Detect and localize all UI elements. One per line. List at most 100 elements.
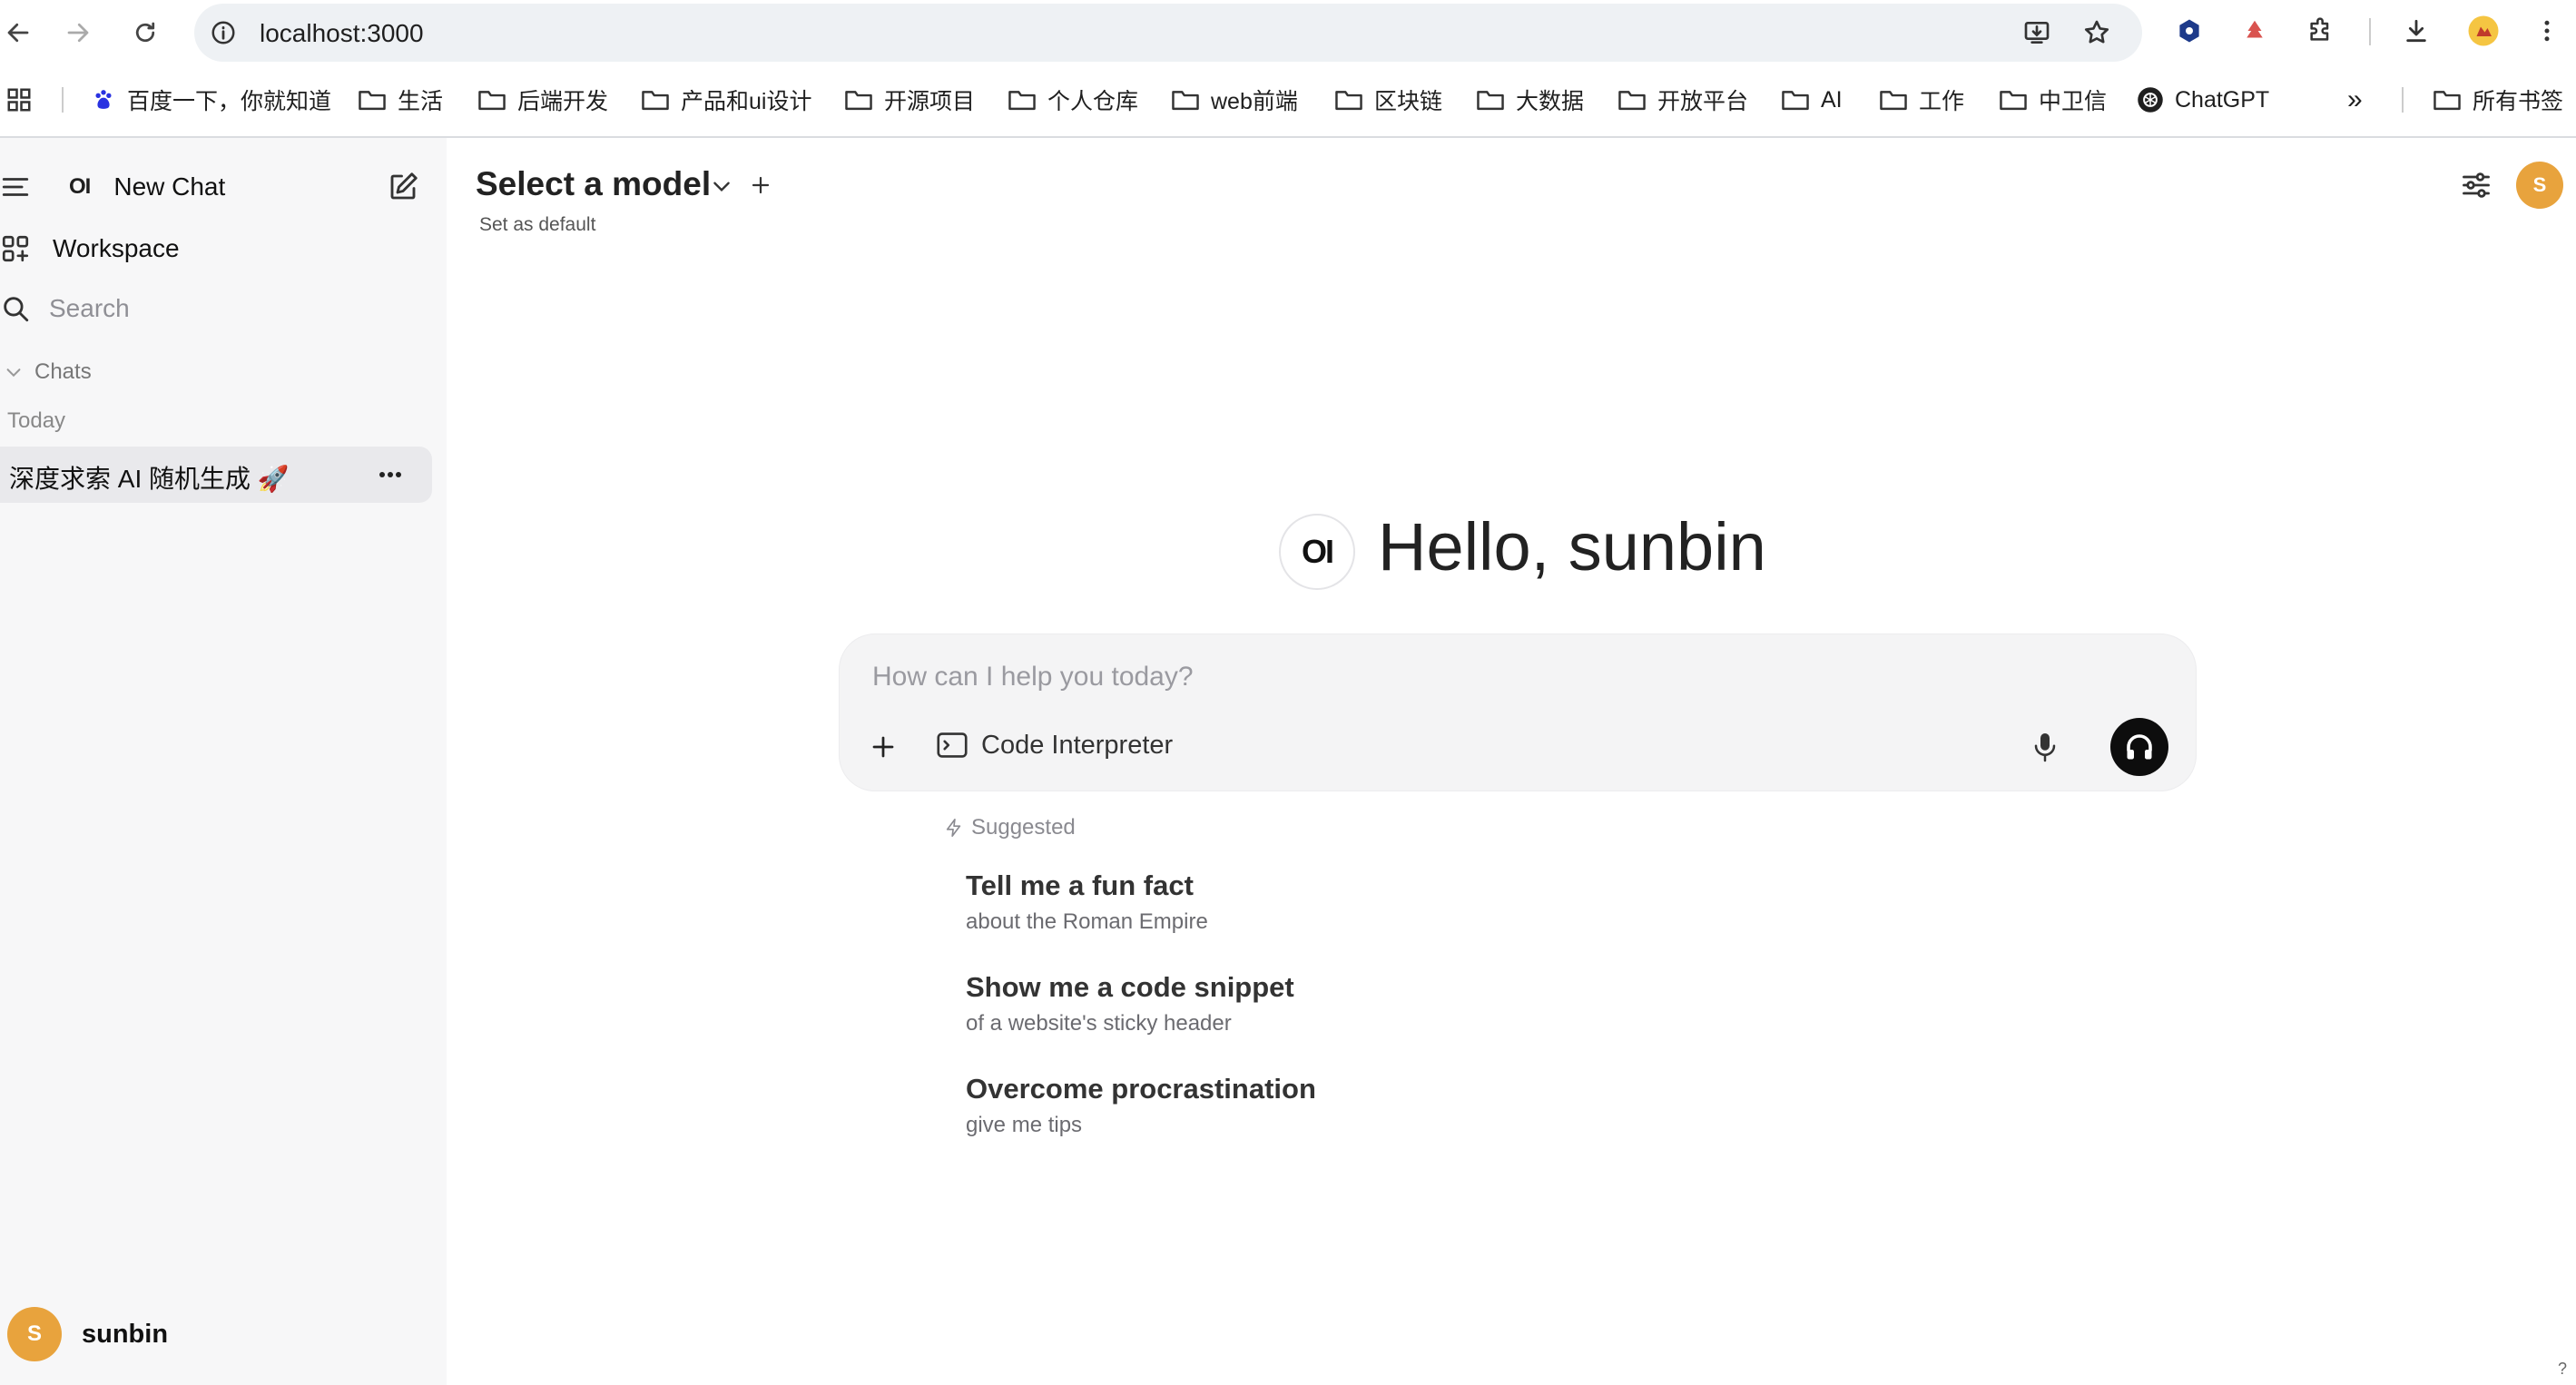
bookmark-all-bookmarks[interactable]: 所有书签 <box>2433 76 2563 123</box>
folder-icon <box>478 91 506 111</box>
folder-icon <box>2000 91 2027 111</box>
folder-icon <box>1008 91 1036 111</box>
bookmark-folder-life[interactable]: 生活 <box>358 76 443 123</box>
suggestion-item[interactable]: Tell me a fun fact about the Roman Empir… <box>966 869 1208 935</box>
extensions-puzzle-icon[interactable] <box>2302 13 2338 49</box>
back-icon[interactable] <box>0 15 36 51</box>
chat-input-placeholder[interactable]: How can I help you today? <box>872 662 1194 692</box>
folder-icon <box>642 91 669 111</box>
bookmark-label: AI <box>1821 86 1843 113</box>
bookmark-label: 产品和ui设计 <box>681 89 812 114</box>
set-as-default-link[interactable]: Set as default <box>479 214 595 236</box>
search-placeholder: Search <box>49 294 130 322</box>
bookmark-folder-design[interactable]: 产品和ui设计 <box>641 76 811 123</box>
address-bar[interactable]: localhost:3000 <box>194 4 2142 62</box>
bookmark-label: 区块链 <box>1374 89 1443 114</box>
user-menu-button[interactable]: S sunbin <box>7 1307 168 1361</box>
user-avatar: S <box>7 1307 62 1361</box>
folder-icon <box>1618 91 1646 111</box>
bookmark-folder-platform[interactable]: 开放平台 <box>1617 76 1748 123</box>
bookmark-label: 后端开发 <box>517 89 609 114</box>
extension-hex-icon[interactable] <box>2171 13 2207 49</box>
chats-section-toggle[interactable]: Chats <box>4 356 92 388</box>
bookmark-label: 中卫信 <box>2039 89 2108 114</box>
workspace-grid-icon <box>2 235 29 262</box>
site-info-icon[interactable] <box>207 16 240 49</box>
bookmark-folder-work[interactable]: 工作 <box>1879 76 1964 123</box>
bookmark-label: 所有书签 <box>2473 89 2564 114</box>
bookmark-folder-repos[interactable]: 个人仓库 <box>1008 76 1138 123</box>
suggestion-title: Overcome procrastination <box>966 1073 1316 1105</box>
folder-icon <box>1782 91 1809 111</box>
workspace-button[interactable]: Workspace <box>0 229 180 269</box>
suggested-heading: Suggested <box>944 815 1076 840</box>
help-button[interactable]: ? <box>2558 1360 2567 1379</box>
voice-mode-button[interactable] <box>2110 718 2168 776</box>
bookmark-label: 工作 <box>1919 89 1965 114</box>
microphone-icon[interactable] <box>2027 727 2063 767</box>
bookmarks-overflow-button[interactable]: » <box>2347 76 2363 123</box>
search-field[interactable]: Search <box>0 289 130 329</box>
sidebar: OI New Chat Workspace Search Chats Today… <box>0 138 447 1385</box>
sidebar-toggle-icon[interactable] <box>0 171 33 203</box>
suggestion-item[interactable]: Show me a code snippet of a website's st… <box>966 971 1294 1036</box>
chevron-down-icon[interactable] <box>708 172 735 200</box>
add-model-icon[interactable] <box>746 171 775 200</box>
controls-sliders-icon[interactable] <box>2456 165 2496 205</box>
folder-icon <box>1172 91 1199 111</box>
reload-icon[interactable] <box>127 15 163 51</box>
apps-grid-icon[interactable] <box>5 76 33 123</box>
suggestion-title: Show me a code snippet <box>966 971 1294 1003</box>
greeting-heading: Hello, sunbin <box>1378 509 1766 584</box>
chat-title: 深度求索 AI 随机生成 🚀 <box>9 465 290 493</box>
folder-icon <box>845 91 872 111</box>
suggestion-item[interactable]: Overcome procrastination give me tips <box>966 1073 1316 1138</box>
model-selector-title[interactable]: Select a model <box>476 165 711 203</box>
overflow-chevron-icon: » <box>2347 84 2363 114</box>
toolbar-divider <box>2369 18 2371 45</box>
chats-section-label: Chats <box>34 359 92 384</box>
profile-avatar-icon[interactable] <box>2465 13 2502 49</box>
url-text: localhost:3000 <box>260 19 424 47</box>
code-interpreter-label: Code Interpreter <box>981 730 1174 760</box>
bookmark-label: 个人仓库 <box>1047 89 1139 114</box>
bookmark-folder-backend[interactable]: 后端开发 <box>477 76 608 123</box>
folder-icon <box>1477 91 1504 111</box>
suggestion-title: Tell me a fun fact <box>966 869 1194 901</box>
bookmark-chatgpt[interactable]: ChatGPT <box>2137 76 2269 123</box>
suggestion-subtitle: give me tips <box>966 1113 1083 1137</box>
folder-icon <box>1880 91 1907 111</box>
new-chat-button[interactable]: OI New Chat <box>69 167 225 207</box>
bookmarks-divider-2 <box>2402 87 2404 113</box>
header-user-avatar[interactable]: S <box>2516 162 2563 209</box>
bookmark-star-icon[interactable] <box>2080 16 2113 49</box>
install-app-icon[interactable] <box>2020 16 2053 49</box>
bookmark-folder-opensource[interactable]: 开源项目 <box>844 76 975 123</box>
chat-list-item[interactable]: 深度求索 AI 随机生成 🚀 <box>0 447 432 503</box>
suggestion-subtitle: about the Roman Empire <box>966 909 1208 934</box>
add-attachment-icon[interactable] <box>865 729 901 765</box>
more-options-icon[interactable] <box>374 461 407 488</box>
compose-icon[interactable] <box>385 169 421 205</box>
terminal-icon <box>937 732 968 758</box>
bookmark-folder-zwx[interactable]: 中卫信 <box>1999 76 2107 123</box>
bookmark-folder-ai[interactable]: AI <box>1781 76 1843 123</box>
today-group-label: Today <box>7 408 66 433</box>
bookmark-folder-web[interactable]: web前端 <box>1171 76 1298 123</box>
forward-icon[interactable] <box>60 15 96 51</box>
bookmark-baidu[interactable]: 百度一下，你就知道 <box>91 76 331 123</box>
extension-tree-icon[interactable] <box>2237 13 2273 49</box>
downloads-icon[interactable] <box>2398 13 2434 49</box>
bookmark-label: 开源项目 <box>884 89 976 114</box>
chat-input-box[interactable]: How can I help you today? Code Interpret… <box>839 634 2197 791</box>
bookmark-folder-bigdata[interactable]: 大数据 <box>1476 76 1584 123</box>
new-chat-label: New Chat <box>113 172 226 201</box>
bookmark-label: web前端 <box>1211 89 1298 114</box>
browser-menu-icon[interactable] <box>2529 13 2565 49</box>
code-interpreter-toggle[interactable]: Code Interpreter <box>936 725 1173 765</box>
openwebui-logo: OI <box>69 174 91 199</box>
chatgpt-icon <box>2138 87 2163 113</box>
bookmark-folder-blockchain[interactable]: 区块链 <box>1334 76 1442 123</box>
bookmark-label: 大数据 <box>1516 89 1585 114</box>
bookmarks-divider <box>62 87 64 113</box>
